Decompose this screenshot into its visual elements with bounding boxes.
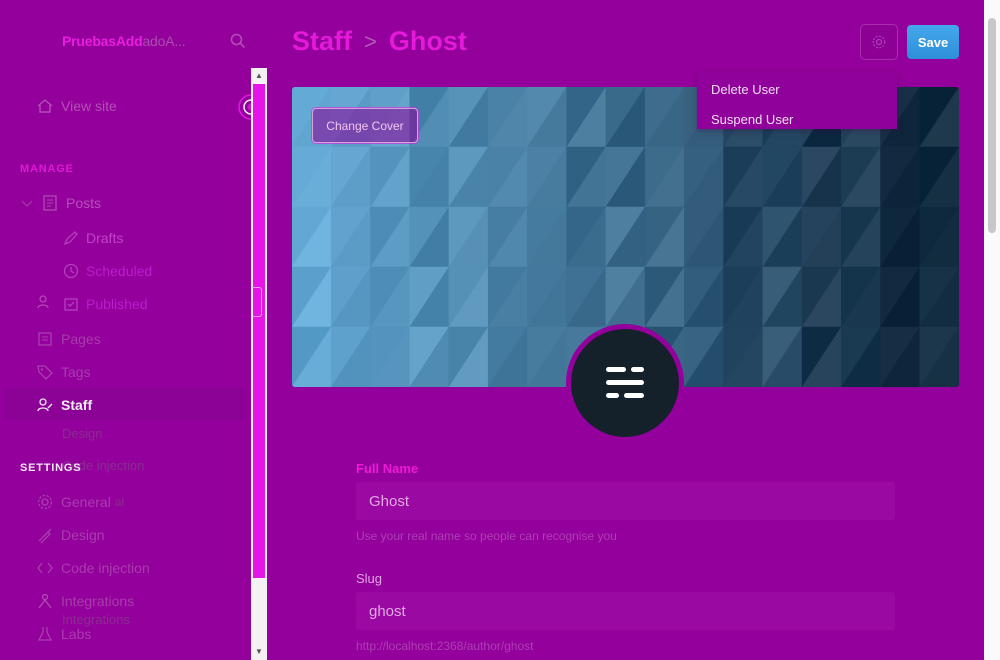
- nav-staff-label: Staff: [61, 397, 93, 413]
- nav-view-site-label: View site: [61, 98, 117, 114]
- nav-published-label: Published: [86, 296, 148, 312]
- nav-general[interactable]: General al: [36, 490, 124, 514]
- tag-icon: [36, 363, 54, 381]
- delete-user-option[interactable]: Delete User: [711, 82, 780, 97]
- page-title: Ghost: [388, 26, 467, 56]
- clock-icon: [62, 262, 80, 280]
- nav-general-label: General: [61, 494, 111, 510]
- nav-staff[interactable]: Staff: [36, 393, 92, 417]
- nav-posts[interactable]: Posts: [20, 191, 101, 215]
- nav-labs-label: Labs: [61, 626, 92, 642]
- search-icon[interactable]: [230, 33, 246, 49]
- nav-tags-label: Tags: [61, 364, 91, 380]
- staff-icon: [36, 396, 54, 414]
- nav-design[interactable]: Design: [36, 523, 105, 547]
- posts-icon: [41, 194, 59, 212]
- full-name-hint: Use your real name so people can recogni…: [356, 529, 617, 543]
- nav-code-injection[interactable]: Code injection: [36, 556, 150, 580]
- nav-integrations-label: Integrations: [61, 593, 135, 609]
- gear-icon: [872, 35, 886, 49]
- sidebar-scroll-thumb[interactable]: [253, 84, 265, 578]
- nav-pages[interactable]: Pages: [36, 327, 101, 351]
- ghost-logo-icon: [606, 367, 644, 398]
- nav-view-site[interactable]: View site: [36, 94, 117, 118]
- nav-posts-label: Posts: [66, 195, 102, 211]
- brand-name: PruebasAdd: [62, 33, 143, 49]
- nav-scheduled[interactable]: Scheduled: [62, 260, 152, 282]
- sidebar: PruebasAddadoA... View site MANAGE Posts…: [0, 0, 268, 660]
- published-icon: [62, 295, 80, 313]
- flask-icon: [36, 625, 54, 643]
- nav-pages-label: Pages: [61, 331, 101, 347]
- breadcrumb: Staff > Ghost: [292, 26, 467, 57]
- gear-icon: [36, 493, 54, 511]
- avatar[interactable]: [566, 324, 684, 442]
- breadcrumb-staff[interactable]: Staff: [292, 26, 352, 57]
- site-brand[interactable]: PruebasAddadoA...: [62, 33, 186, 49]
- nav-drafts-label: Drafts: [86, 230, 124, 246]
- change-cover-button[interactable]: Change Cover: [312, 108, 418, 143]
- nav-code-injection-label: Code injection: [61, 560, 150, 576]
- scroll-down-icon[interactable]: ▼: [251, 644, 267, 660]
- slug-input[interactable]: ghost: [356, 592, 895, 630]
- nav-published[interactable]: Published: [62, 293, 148, 315]
- settings-heading: SETTINGS: [20, 462, 82, 474]
- slug-label: Slug: [356, 571, 383, 586]
- nav-design-label: Design: [61, 527, 105, 543]
- home-icon: [36, 97, 54, 115]
- brush-icon: [36, 526, 54, 544]
- manage-heading: MANAGE: [20, 163, 74, 175]
- scroll-up-icon[interactable]: ▲: [251, 68, 267, 84]
- nav-integrations[interactable]: Integrations: [36, 589, 134, 613]
- scroll-marker: [252, 287, 262, 317]
- user-actions-menu: Delete User Suspend User: [697, 72, 897, 129]
- breadcrumb-separator: >: [364, 28, 377, 54]
- page-scroll-thumb[interactable]: [988, 18, 996, 233]
- brand-name-overflow: adoA...: [142, 33, 186, 49]
- user-settings-button[interactable]: [860, 24, 898, 60]
- integrations-icon: [36, 592, 54, 610]
- user-icon: [37, 295, 49, 309]
- pencil-icon: [62, 229, 80, 247]
- slug-hint: http://localhost:2368/author/ghost: [356, 639, 534, 653]
- chevron-down-icon[interactable]: [20, 194, 34, 212]
- full-name-input[interactable]: Ghost: [356, 482, 895, 520]
- save-button[interactable]: Save: [907, 25, 959, 59]
- ghost-general-suffix: al: [114, 495, 125, 509]
- suspend-user-option[interactable]: Suspend User: [711, 112, 793, 127]
- ghost-design-label: Design: [62, 426, 103, 441]
- full-name-label: Full Name: [356, 461, 419, 476]
- nav-tags[interactable]: Tags: [36, 360, 91, 384]
- nav-drafts[interactable]: Drafts: [62, 227, 123, 249]
- code-icon: [36, 559, 54, 577]
- pages-icon: [36, 330, 54, 348]
- nav-scheduled-label: Scheduled: [86, 263, 153, 279]
- nav-labs[interactable]: Labs: [36, 622, 91, 646]
